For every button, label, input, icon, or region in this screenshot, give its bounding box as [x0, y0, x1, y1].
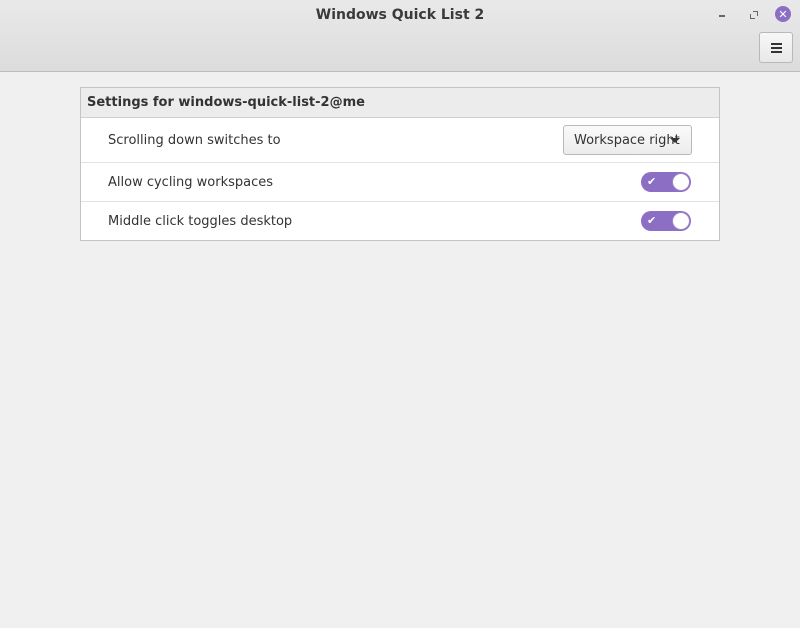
maximize-icon — [749, 10, 758, 19]
close-icon: ✕ — [778, 7, 788, 21]
check-icon: ✔ — [647, 175, 657, 188]
allow-cycling-switch[interactable]: ✔ — [641, 172, 691, 192]
scroll-target-dropdown[interactable]: Workspace right — [563, 125, 692, 155]
setting-row-middle-click: Middle click toggles desktop ✔ — [81, 202, 719, 240]
middle-click-switch[interactable]: ✔ — [641, 211, 691, 231]
settings-header: Settings for windows-quick-list-2@me — [81, 88, 719, 118]
setting-row-cycling: Allow cycling workspaces ✔ — [81, 163, 719, 202]
setting-row-scrolling: Scrolling down switches to Workspace rig… — [81, 118, 719, 163]
hamburger-menu-icon — [770, 42, 782, 53]
settings-panel: Settings for windows-quick-list-2@me Scr… — [80, 87, 720, 241]
menu-button[interactable] — [759, 32, 793, 63]
minimize-icon — [719, 15, 725, 17]
switch-knob — [672, 173, 690, 191]
maximize-button[interactable] — [745, 6, 761, 22]
check-icon: ✔ — [647, 214, 657, 227]
window-title: Windows Quick List 2 — [315, 7, 485, 23]
dropdown-value: Workspace right — [574, 132, 680, 148]
setting-label: Scrolling down switches to — [108, 132, 281, 148]
setting-label: Allow cycling workspaces — [108, 174, 274, 190]
close-button[interactable]: ✕ — [775, 6, 791, 22]
minimize-button[interactable] — [714, 6, 730, 22]
switch-knob — [672, 212, 690, 230]
title-bar: Windows Quick List 2 ✕ — [0, 0, 800, 72]
setting-label: Middle click toggles desktop — [108, 213, 293, 229]
caret-down-icon — [670, 138, 680, 143]
